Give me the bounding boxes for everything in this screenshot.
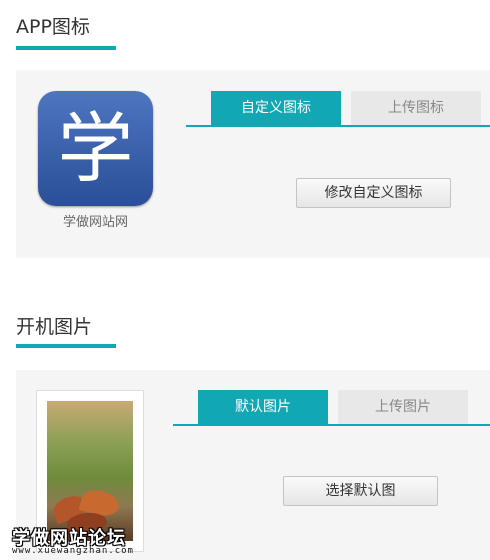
tab-default-image[interactable]: 默认图片: [198, 390, 328, 424]
site-watermark: 学做网站论坛 www.xuewangzhan.com: [6, 524, 156, 558]
boot-image-title-underline: [16, 344, 116, 348]
app-icon-title-underline: [16, 46, 116, 50]
tab-upload-image[interactable]: 上传图片: [338, 390, 468, 424]
modify-custom-icon-button[interactable]: 修改自定义图标: [296, 178, 451, 208]
app-icon-section-title: APP图标: [16, 16, 90, 38]
image-tabs-underline: [173, 424, 490, 426]
tab-upload-icon[interactable]: 上传图标: [351, 91, 481, 125]
icon-tabs-underline: [186, 125, 490, 127]
tab-custom-icon[interactable]: 自定义图标: [211, 91, 341, 125]
boot-image-thumbnail: [47, 401, 133, 541]
select-default-image-button[interactable]: 选择默认图: [283, 476, 438, 506]
watermark-url: www.xuewangzhan.com: [12, 546, 134, 556]
boot-image-section-title: 开机图片: [16, 316, 93, 338]
app-icon-preview: 学: [38, 91, 153, 206]
app-name-label: 学做网站网: [62, 215, 128, 230]
